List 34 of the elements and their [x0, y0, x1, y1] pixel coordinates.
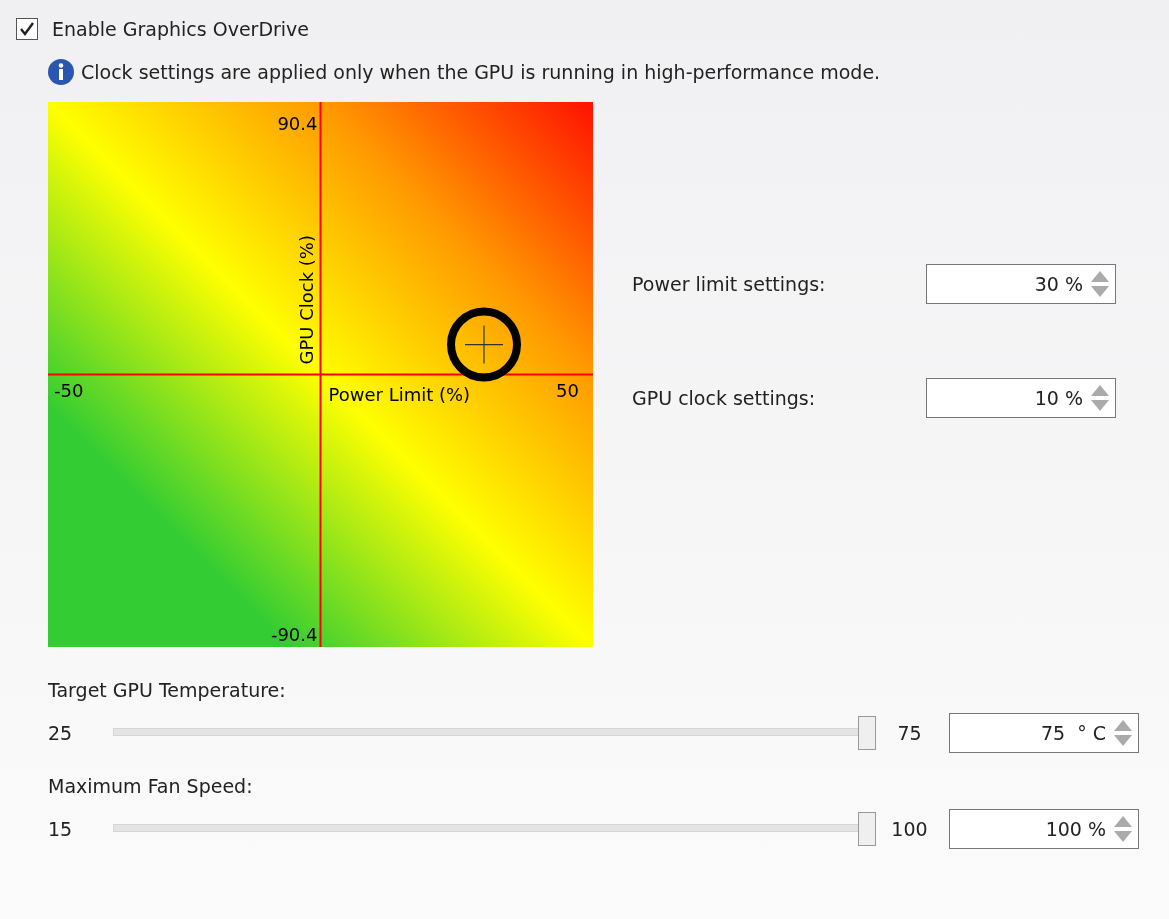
down-arrow-icon[interactable] — [1089, 285, 1111, 299]
down-arrow-icon[interactable] — [1112, 734, 1134, 748]
checkbox-label[interactable]: Enable Graphics OverDrive — [52, 18, 310, 40]
axis-label: GPU Clock (%) — [295, 235, 317, 365]
slider-thumb[interactable] — [858, 716, 876, 750]
slider-title: Maximum Fan Speed: — [48, 775, 254, 797]
range-label: -50 — [54, 379, 84, 401]
up-arrow-icon[interactable] — [1089, 269, 1111, 283]
setting-label: GPU clock settings: — [632, 387, 817, 409]
range-label: 90.4 — [277, 113, 318, 134]
slider-title: Target GPU Temperature: — [48, 679, 287, 701]
number-spinner[interactable]: 10 % — [926, 378, 1116, 418]
xy-pad[interactable] — [48, 102, 593, 647]
number-spinner[interactable]: 30 % — [926, 264, 1116, 304]
slider-thumb[interactable] — [858, 812, 876, 846]
crosshair-marker[interactable] — [447, 307, 521, 382]
range-label: -90.4 — [270, 624, 318, 645]
checkbox[interactable] — [16, 18, 38, 40]
min-label: 25 — [48, 722, 74, 744]
setting-label: Power limit settings: — [632, 273, 827, 295]
axis-label: Power Limit (%) — [328, 383, 471, 405]
max-label: 100 — [890, 818, 929, 840]
info-icon — [47, 58, 75, 86]
down-arrow-icon[interactable] — [1112, 830, 1134, 844]
range-label: 50 — [556, 379, 579, 401]
max-label: 75 — [896, 722, 923, 744]
number-spinner[interactable]: 100 % — [949, 809, 1139, 849]
up-arrow-icon[interactable] — [1089, 383, 1111, 397]
min-label: 15 — [48, 818, 74, 840]
info-text: Clock settings are applied only when the GPU is running in high-performance mode. — [81, 61, 881, 83]
up-arrow-icon[interactable] — [1112, 814, 1134, 828]
down-arrow-icon[interactable] — [1089, 399, 1111, 413]
number-spinner[interactable]: 75 ° C — [949, 713, 1139, 753]
up-arrow-icon[interactable] — [1112, 718, 1134, 732]
